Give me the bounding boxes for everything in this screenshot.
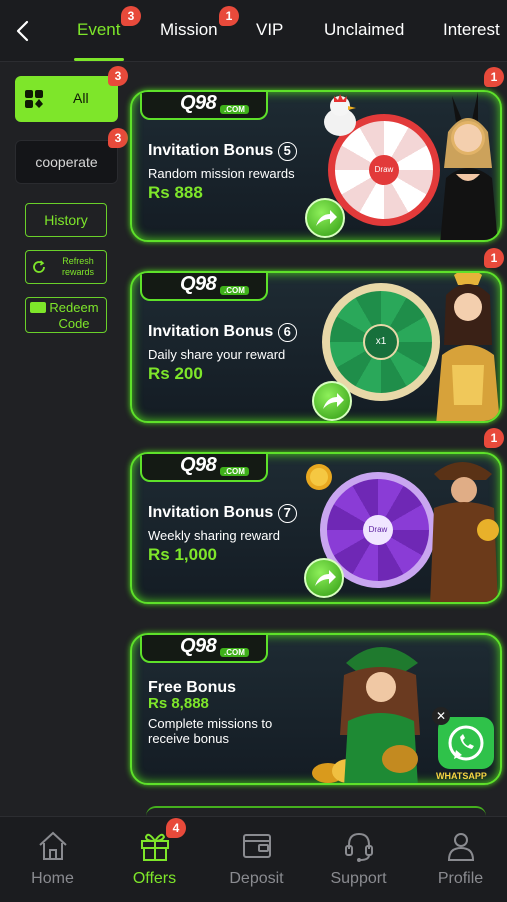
banner-number: 6	[277, 323, 297, 342]
arrow-icon	[323, 393, 344, 409]
go-arrow-button[interactable]	[304, 558, 344, 598]
arrow-icon	[316, 210, 337, 226]
wheel-center-label: x1	[363, 324, 399, 360]
nav-offers-label: Offers	[132, 870, 177, 887]
banner-amount: Rs 888	[148, 183, 203, 202]
go-arrow-button[interactable]	[305, 198, 345, 238]
next-banner-edge	[146, 806, 486, 816]
category-sidebar: All 3 cooperate 3 History Refresh reward…	[0, 63, 130, 816]
logo-suffix: .COM	[220, 467, 249, 476]
banner-title-text: Invitation Bonus	[148, 323, 274, 340]
banner-subtitle: Daily share your reward	[148, 347, 286, 362]
refresh-rewards-label: Refresh rewards	[61, 256, 94, 277]
nav-deposit-label: Deposit	[229, 870, 284, 887]
banner-title-text: Invitation Bonus	[148, 142, 274, 159]
grid-icon	[24, 89, 44, 109]
nav-offers[interactable]: Offers	[104, 817, 205, 902]
q98-logo: Q98 .COM	[140, 273, 268, 301]
history-button[interactable]: History	[25, 203, 107, 237]
wheel-center-label: Draw	[369, 155, 399, 185]
tab-event-badge: 3	[121, 6, 141, 26]
q98-logo: Q98 .COM	[140, 454, 268, 482]
wheel-center-label: Draw	[363, 515, 393, 545]
category-cooperate-button[interactable]: cooperate	[15, 140, 118, 184]
refresh-icon	[32, 260, 46, 274]
golden-dress-character	[432, 273, 500, 421]
rooster-mascot	[318, 92, 362, 138]
logo-suffix: .COM	[220, 286, 249, 295]
banner-number: 7	[277, 504, 297, 523]
tab-interest[interactable]: Interest	[443, 20, 500, 40]
banner-1-badge: 1	[484, 67, 504, 87]
q98-logo: Q98 .COM	[140, 92, 268, 120]
nav-support[interactable]: Support	[308, 817, 409, 902]
headset-icon	[342, 829, 376, 863]
category-all-badge: 3	[108, 66, 128, 86]
banner-amount: Rs 8,888	[148, 695, 209, 712]
tab-event[interactable]: Event	[77, 20, 120, 40]
nav-home[interactable]: Home	[2, 817, 103, 902]
green-hat-lady-character	[326, 635, 436, 783]
active-tab-indicator	[74, 58, 124, 61]
logo-text: Q98	[180, 273, 217, 295]
tab-vip[interactable]: VIP	[256, 20, 283, 40]
nav-support-label: Support	[330, 870, 387, 887]
banner-number: 5	[277, 142, 297, 161]
banner-amount: Rs 200	[148, 364, 203, 383]
gold-coin-stack	[304, 460, 334, 494]
q98-logo: Q98 .COM	[140, 635, 268, 663]
bunny-girl-character	[432, 92, 500, 240]
top-tab-bar: Event 3 Mission 1 VIP Unclaimed Interest	[0, 0, 507, 62]
tab-mission-badge: 1	[219, 6, 239, 26]
nav-home-label: Home	[31, 870, 74, 887]
logo-suffix: .COM	[220, 105, 249, 114]
app-root: Event 3 Mission 1 VIP Unclaimed Interest…	[0, 0, 507, 902]
close-icon[interactable]: ✕	[432, 707, 450, 725]
logo-suffix: .COM	[220, 648, 249, 657]
banner-title: Invitation Bonus 5	[148, 142, 297, 161]
promo-banner-invitation-6[interactable]: Q98 .COM Invitation Bonus 6 Daily share …	[130, 271, 502, 423]
nav-deposit[interactable]: Deposit	[206, 817, 307, 902]
banner-subtitle-line-2: receive bonus	[148, 731, 229, 746]
whatsapp-label: WHATSAPP	[436, 771, 487, 781]
redeem-code-label: Redeem Code	[49, 300, 99, 331]
bottom-navigation: Home Offers 4 Deposit Support Profile	[0, 816, 507, 902]
home-icon	[36, 829, 70, 863]
history-label: History	[44, 212, 88, 228]
go-arrow-button[interactable]	[312, 381, 352, 421]
category-all-button[interactable]: All	[15, 76, 118, 122]
nav-offers-badge: 4	[166, 818, 186, 838]
category-all-label: All	[73, 90, 89, 106]
whatsapp-badge: ✕ WHATSAPP	[432, 707, 500, 783]
back-icon[interactable]	[12, 18, 36, 44]
banner-title: Invitation Bonus 7	[148, 504, 297, 523]
tab-mission[interactable]: Mission	[160, 20, 218, 40]
category-cooperate-label: cooperate	[35, 154, 98, 170]
promo-banner-invitation-7[interactable]: Q98 .COM Invitation Bonus 7 Weekly shari…	[130, 452, 502, 604]
redeem-code-button[interactable]: Redeem Code	[25, 297, 107, 333]
banner-amount: Rs 1,000	[148, 545, 217, 564]
logo-text: Q98	[180, 454, 217, 476]
banner-subtitle: Random mission rewards	[148, 166, 295, 181]
adventurer-character	[422, 454, 500, 602]
category-cooperate-badge: 3	[108, 128, 128, 148]
nav-profile-label: Profile	[437, 870, 484, 887]
promo-banner-invitation-5[interactable]: Q98 .COM Invitation Bonus 5 Random missi…	[130, 90, 502, 242]
tab-unclaimed[interactable]: Unclaimed	[324, 20, 404, 40]
banner-3-badge: 1	[484, 428, 504, 448]
nav-profile[interactable]: Profile	[410, 817, 507, 902]
arrow-icon	[315, 570, 336, 586]
wallet-icon	[240, 829, 274, 863]
banner-2-badge: 1	[484, 248, 504, 268]
whatsapp-icon	[438, 717, 494, 769]
logo-text: Q98	[180, 635, 217, 657]
user-icon	[444, 829, 478, 863]
promo-banner-free-bonus[interactable]: Q98 .COM Free Bonus Rs 8,888 Complete mi…	[130, 633, 502, 785]
banner-title-text: Invitation Bonus	[148, 504, 274, 521]
refresh-rewards-button[interactable]: Refresh rewards	[25, 250, 107, 284]
banner-subtitle: Complete missions to	[148, 716, 273, 731]
logo-text: Q98	[180, 92, 217, 114]
banner-title: Invitation Bonus 6	[148, 323, 297, 342]
banner-subtitle: Weekly sharing reward	[148, 528, 280, 543]
